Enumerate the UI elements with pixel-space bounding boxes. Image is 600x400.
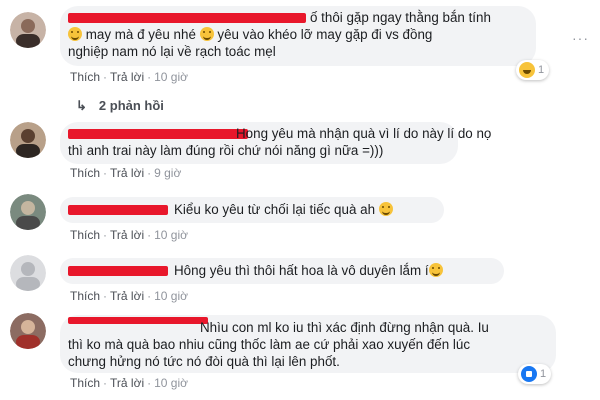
avatar[interactable] [10, 122, 46, 158]
comment-text: Kiểu ko yêu từ chối lại tiếc quà ah [174, 202, 376, 217]
timestamp[interactable]: 9 giờ [154, 166, 181, 180]
comment-text: thì ko mà quà bao nhiu cũng thốc làm ae … [68, 337, 471, 352]
comment-text: chưng hửng nó tức nó đòi quà thì lại lên… [68, 354, 340, 369]
timestamp[interactable]: 10 giờ [154, 70, 188, 84]
reply-arrow-icon: ↳ [76, 98, 87, 113]
redacted-name [68, 205, 168, 215]
comment-text: Nhìu con ml ko iu thì xác định đừng nhận… [200, 320, 489, 335]
smile-emoji-icon [68, 27, 82, 41]
timestamp[interactable]: 10 giờ [154, 376, 188, 390]
grin-emoji-icon [378, 202, 393, 216]
reaction-count[interactable]: 1 [516, 60, 550, 80]
haha-reaction-icon [519, 62, 535, 78]
reaction-count[interactable]: 1 [518, 364, 552, 384]
more-options-icon[interactable]: ··· [572, 30, 589, 46]
redacted-name [68, 13, 306, 23]
like-link[interactable]: Thích [70, 166, 100, 180]
comment-text: may mà đ yêu nhé [85, 27, 196, 42]
redacted-name [68, 129, 248, 139]
comment-bubble: ố thôi gặp ngay thằng bắn tính may mà đ … [60, 6, 536, 66]
avatar[interactable] [10, 194, 46, 230]
comment-text: Hông yêu thì thôi hất hoa là vô duyên lắ… [174, 263, 429, 278]
redacted-name [68, 317, 208, 324]
redacted-name [68, 266, 168, 276]
like-link[interactable]: Thích [70, 289, 100, 303]
like-reaction-icon [521, 366, 537, 382]
avatar[interactable] [10, 12, 46, 48]
reply-link[interactable]: Trả lời [110, 289, 144, 303]
view-replies-link[interactable]: ↳ 2 phản hồi [76, 98, 164, 114]
comment-bubble: Hông yêu thì thôi hất hoa là vô duyên lắ… [60, 258, 504, 284]
comment-text: ố thôi gặp ngay thằng bắn tính [310, 10, 491, 25]
reply-link[interactable]: Trả lời [110, 70, 144, 84]
comment-bubble: Kiểu ko yêu từ chối lại tiếc quà ah [60, 197, 444, 223]
smile-emoji-icon [428, 263, 443, 277]
comment-text: thì anh trai này làm đúng rồi chứ nói nă… [68, 143, 384, 158]
avatar[interactable] [10, 255, 46, 291]
comment-text: Hong yêu mà nhận quà vì lí do này lí do … [236, 126, 492, 141]
comment-bubble: Hong yêu mà nhận quà vì lí do này lí do … [60, 122, 491, 164]
comment-bubble: Nhìu con ml ko iu thì xác định đừng nhận… [60, 315, 556, 373]
reply-link[interactable]: Trả lời [110, 228, 144, 242]
timestamp[interactable]: 10 giờ [154, 228, 188, 242]
comment-text: nghiệp nam nó lại về rạch toác mẹl [68, 44, 276, 59]
reply-link[interactable]: Trả lời [110, 376, 144, 390]
like-link[interactable]: Thích [70, 376, 100, 390]
smile-emoji-icon [199, 27, 214, 41]
like-link[interactable]: Thích [70, 70, 100, 84]
comment-text: yêu vào khéo lỡ may gặp đi vs đồng [217, 27, 433, 42]
avatar[interactable] [10, 313, 46, 349]
like-link[interactable]: Thích [70, 228, 100, 242]
timestamp[interactable]: 10 giờ [154, 289, 188, 303]
reply-link[interactable]: Trả lời [110, 166, 144, 180]
